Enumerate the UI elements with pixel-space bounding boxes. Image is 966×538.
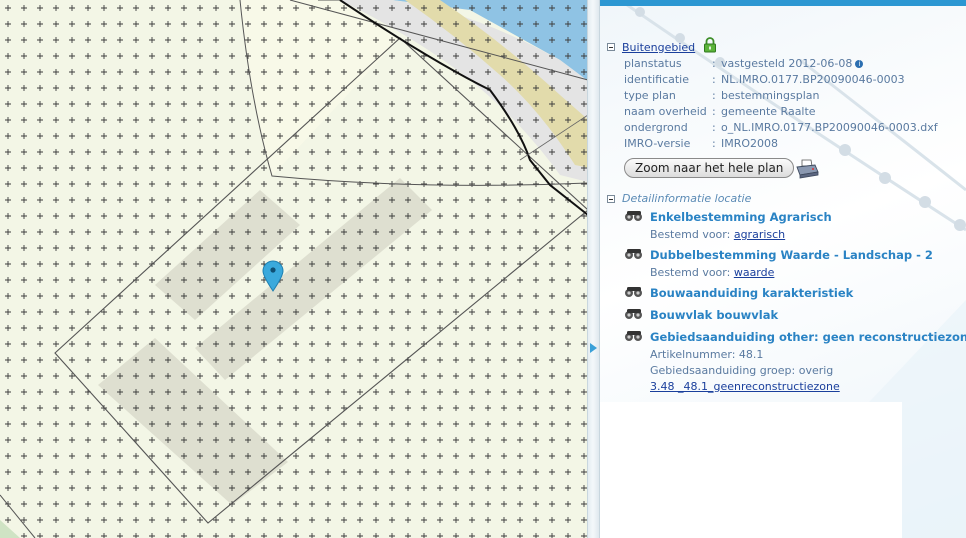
field-value: gemeente Raalte xyxy=(721,105,816,118)
collapse-icon[interactable] xyxy=(607,43,615,51)
field-planstatus: planstatus: vastgesteld 2012-06-08 i xyxy=(624,56,864,72)
detail-item-title[interactable]: Bouwaanduiding karakteristiek xyxy=(650,286,853,300)
sub-link[interactable]: agrarisch xyxy=(734,228,785,241)
detail-item-title[interactable]: Bouwvlak bouwvlak xyxy=(650,308,778,322)
panel-blank-area xyxy=(600,402,902,538)
sub-link[interactable]: waarde xyxy=(734,266,775,279)
field-separator: : xyxy=(712,73,716,86)
binoculars-icon[interactable] xyxy=(624,286,644,298)
lock-icon xyxy=(703,37,717,53)
field-separator: : xyxy=(712,89,716,102)
map-canvas[interactable] xyxy=(0,0,600,538)
regulation-link[interactable]: 3.48 _48.1_geenreconstructiezone xyxy=(650,380,840,393)
detail-section-title: Detailinformatie locatie xyxy=(622,192,752,205)
collapse-icon[interactable] xyxy=(607,194,615,203)
field-type-plan: type plan: bestemmingsplan xyxy=(624,88,819,104)
sub-label: Bestemd voor: xyxy=(650,266,731,279)
sub-label: Bestemd voor: xyxy=(650,228,731,241)
field-value: bestemmingsplan xyxy=(721,89,820,102)
field-value: NL.IMRO.0177.BP20090046-0003 xyxy=(721,73,905,86)
field-value: IMRO2008 xyxy=(721,137,779,150)
field-value: vastgesteld 2012-06-08 xyxy=(721,57,853,70)
field-naam-overheid: naam overheid: gemeente Raalte xyxy=(624,104,816,120)
detail-item-sub: Bestemd voor: waarde xyxy=(650,266,774,279)
field-label: ondergrond xyxy=(624,121,688,134)
detail-item-sub: Bestemd voor: agrarisch xyxy=(650,228,785,241)
binoculars-icon[interactable] xyxy=(624,210,644,222)
field-label: identificatie xyxy=(624,73,690,86)
artikelnummer: Artikelnummer: 48.1 xyxy=(650,348,764,361)
detail-section-header: Detailinformatie locatie xyxy=(607,192,751,205)
field-separator: : xyxy=(712,121,716,134)
panel-splitter[interactable] xyxy=(587,0,600,538)
field-imro-versie: IMRO-versie: IMRO2008 xyxy=(624,136,778,152)
zoom-to-plan-button[interactable]: Zoom naar het hele plan xyxy=(624,158,795,178)
field-separator: : xyxy=(712,137,716,150)
field-label: IMRO-versie xyxy=(624,137,691,150)
gebiedsaanduiding-groep: Gebiedsaanduiding groep: overig xyxy=(650,364,834,377)
field-label: planstatus xyxy=(624,57,682,70)
binoculars-icon[interactable] xyxy=(624,308,644,320)
detail-item-title[interactable]: Gebiedsaanduiding other: geen reconstruc… xyxy=(650,330,966,344)
plan-name-link[interactable]: Buitengebied xyxy=(622,41,695,54)
binoculars-icon[interactable] xyxy=(624,248,644,260)
binoculars-icon[interactable] xyxy=(624,330,644,342)
expand-arrow-icon[interactable] xyxy=(590,343,597,353)
detail-item-title[interactable]: Dubbelbestemming Waarde - Landschap - 2 xyxy=(650,248,933,262)
plan-section-header: Buitengebied xyxy=(607,37,717,54)
field-identificatie: identificatie: NL.IMRO.0177.BP20090046-00… xyxy=(624,72,905,88)
field-label: naam overheid xyxy=(624,105,707,118)
info-icon[interactable]: i xyxy=(855,60,864,68)
detail-item-title[interactable]: Enkelbestemming Agrarisch xyxy=(650,210,832,224)
print-icon[interactable] xyxy=(795,158,819,180)
field-ondergrond: ondergrond: o_NL.IMRO.0177.BP20090046-000… xyxy=(624,120,938,136)
field-separator: : xyxy=(712,105,716,118)
field-label: type plan xyxy=(624,89,676,102)
field-value: o_NL.IMRO.0177.BP20090046-0003.dxf xyxy=(721,121,938,134)
panel-header-bar xyxy=(600,0,966,6)
info-panel: Buitengebied planstatus: vastgesteld 2012… xyxy=(600,0,966,538)
map-view[interactable] xyxy=(0,0,600,538)
field-separator: : xyxy=(712,57,716,70)
